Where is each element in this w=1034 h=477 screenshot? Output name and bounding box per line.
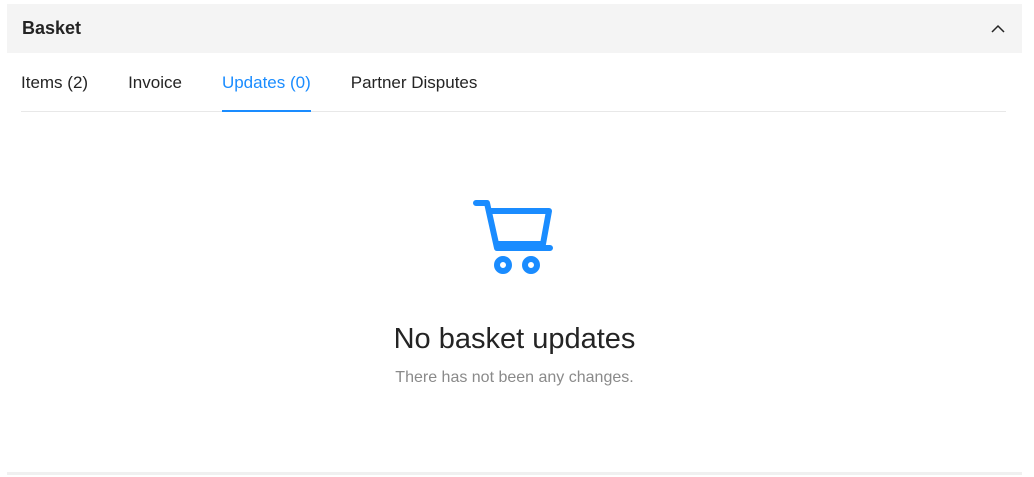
tab-partner-disputes[interactable]: Partner Disputes [351, 53, 478, 111]
chevron-up-icon[interactable] [988, 19, 1008, 39]
empty-state-subtitle: There has not been any changes. [395, 369, 634, 386]
tab-updates[interactable]: Updates (0) [221, 53, 311, 112]
basket-tabs: Items (2) Invoice Updates (0) Partner Di… [21, 53, 1006, 112]
tab-items[interactable]: Items (2) [21, 53, 88, 111]
basket-panel-header[interactable]: Basket [7, 4, 1022, 53]
divider [7, 472, 1022, 475]
basket-panel: Basket Items (2) Invoice Updates (0) Par… [7, 4, 1022, 475]
empty-state: No basket updates There has not been any… [7, 199, 1022, 387]
panel-title: Basket [22, 18, 82, 38]
empty-state-title: No basket updates [393, 323, 636, 355]
tab-invoice[interactable]: Invoice [128, 53, 182, 111]
shopping-cart-icon [472, 200, 553, 274]
